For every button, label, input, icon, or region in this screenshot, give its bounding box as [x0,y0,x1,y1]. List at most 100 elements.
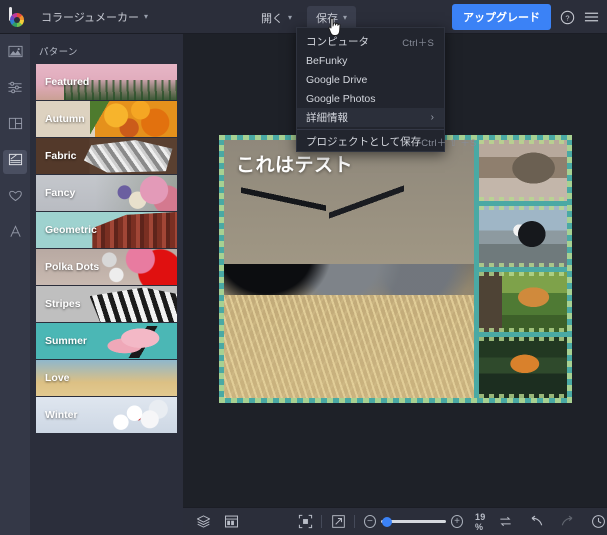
chevron-down-icon: ▾ [343,13,348,22]
rail-item-text[interactable] [3,222,27,246]
left-tool-rail [0,34,30,535]
pattern-label: Autumn [45,113,85,125]
photo-three-kittens [224,140,474,398]
menu-item-google-photos[interactable]: Google Photos [297,89,444,108]
menu-item-label: BeFunky [306,54,348,67]
pattern-label: Geometric [45,224,97,236]
photo-cat-in-tree [479,271,567,333]
rail-item-pattern[interactable] [3,150,27,174]
app-title-label: コラージュメーカー [41,11,140,24]
zoom-out-button[interactable]: − [364,515,376,528]
pattern-list: Featured Autumn Fabric Fancy Geometric P… [30,64,183,433]
pattern-item-winter[interactable]: Winter [36,397,177,433]
heart-icon [8,188,23,208]
chevron-right-icon: › [430,112,434,123]
bottom-right-group [495,511,607,533]
rail-item-image[interactable] [3,42,27,66]
menu-item-befunky[interactable]: BeFunky [297,51,444,70]
menu-item-details[interactable]: 詳細情報 › [297,108,444,127]
canvas-text-overlay[interactable]: これはテスト [236,150,353,177]
upgrade-button[interactable]: アップグレード [452,4,551,30]
pattern-item-autumn[interactable]: Autumn [36,101,177,137]
pattern-label: Polka Dots [45,261,100,273]
text-a-icon [8,224,23,244]
hamburger-menu-icon[interactable] [584,10,599,24]
chevron-down-icon: ▾ [288,13,293,22]
header-right-actions: アップグレード ? [452,0,599,34]
pattern-label: Love [45,372,70,384]
zoom-control: − + 19 % [364,512,495,532]
app-title-dropdown[interactable]: コラージュメーカー ▾ [34,5,155,29]
expand-fullscreen-icon[interactable] [327,511,349,533]
pattern-label: Summer [45,335,88,347]
swap-arrows-icon[interactable] [495,511,517,533]
redo-arrow-icon[interactable] [557,511,579,533]
menu-item-save-as-project[interactable]: プロジェクトとして保存 Ctrl＋ ⇧ ＋S [297,132,476,151]
collage-cell-tabby-cat[interactable] [479,140,567,201]
bottom-left-group [192,511,242,533]
zoom-slider-handle[interactable] [381,516,392,527]
menu-item-label: Google Photos [306,92,376,105]
save-dropdown-menu: コンピュータ Ctrl＋S BeFunky Google Drive Googl… [296,27,476,152]
toolbar-divider [321,515,322,528]
collage-cell-tiger[interactable] [479,337,567,398]
menu-item-computer[interactable]: コンピュータ Ctrl＋S [297,32,444,51]
layout-grid-icon [8,116,23,136]
help-icon[interactable]: ? [560,10,575,25]
menu-item-shortcut: Ctrl＋ ⇧ ＋S [421,137,477,149]
collage-side-column [479,140,567,398]
pattern-panel: パターン Featured Autumn Fabric Fancy Geomet… [30,34,183,535]
pattern-item-fabric[interactable]: Fabric [36,138,177,174]
zoom-level-value: 19 % [475,511,486,532]
adjust-sliders-icon [7,80,23,100]
pattern-icon [8,152,23,172]
menu-item-label: コンピュータ [306,36,369,48]
menu-item-label: 詳細情報 [306,112,348,124]
collage-cell-cat-in-tree[interactable] [479,271,567,333]
open-button[interactable]: 開く ▾ [252,6,301,30]
bottom-toolbar: − + 19 % [183,507,607,535]
layers-icon[interactable] [192,511,214,533]
rail-item-adjust[interactable] [3,78,27,102]
menu-item-shortcut: Ctrl＋S [402,37,434,49]
undo-arrow-icon[interactable] [526,511,548,533]
photo-tabby-cat [479,140,567,201]
pattern-label: Fancy [45,187,76,199]
menu-item-label: プロジェクトとして保存 [306,136,422,148]
pattern-item-summer[interactable]: Summer [36,323,177,359]
pattern-item-polka-dots[interactable]: Polka Dots [36,249,177,285]
open-button-label: 開く [261,13,283,25]
pattern-item-geometric[interactable]: Geometric [36,212,177,248]
pattern-item-featured[interactable]: Featured [36,64,177,100]
history-clock-icon[interactable] [588,511,607,533]
pattern-item-fancy[interactable]: Fancy [36,175,177,211]
pattern-item-love[interactable]: Love [36,360,177,396]
collage-main-cell[interactable]: これはテスト [224,140,474,398]
panel-title: パターン [39,47,78,58]
panel-layout-icon[interactable] [220,511,242,533]
zoom-slider-track[interactable] [380,516,447,527]
rail-item-layout[interactable] [3,114,27,138]
toolbar-divider [354,515,355,528]
menu-divider [297,129,444,130]
svg-text:?: ? [565,13,569,22]
collage-composition[interactable]: これはテスト [219,135,572,403]
image-icon [7,44,23,64]
logo-container[interactable] [0,6,34,27]
pattern-label: Winter [45,409,78,421]
app-window: コラージュメーカー ▾ 開く ▾ 保存 ▾ アップグレード ? コンピュータ C… [0,0,607,535]
chevron-down-icon: ▾ [144,11,149,21]
menu-item-google-drive[interactable]: Google Drive [297,70,444,89]
zoom-in-button[interactable]: + [451,515,463,528]
menu-item-label: Google Drive [306,73,368,86]
pattern-label: Stripes [45,298,81,310]
collage-cell-bw-kitten[interactable] [479,205,567,267]
save-button-label: 保存 [316,13,339,25]
bottom-view-group [294,511,360,533]
befunky-logo [7,6,27,27]
rail-item-favorites[interactable] [3,186,27,210]
fit-to-screen-icon[interactable] [294,511,316,533]
pattern-item-stripes[interactable]: Stripes [36,286,177,322]
photo-tiger-in-water [479,337,567,398]
photo-black-white-kitten [479,205,567,267]
